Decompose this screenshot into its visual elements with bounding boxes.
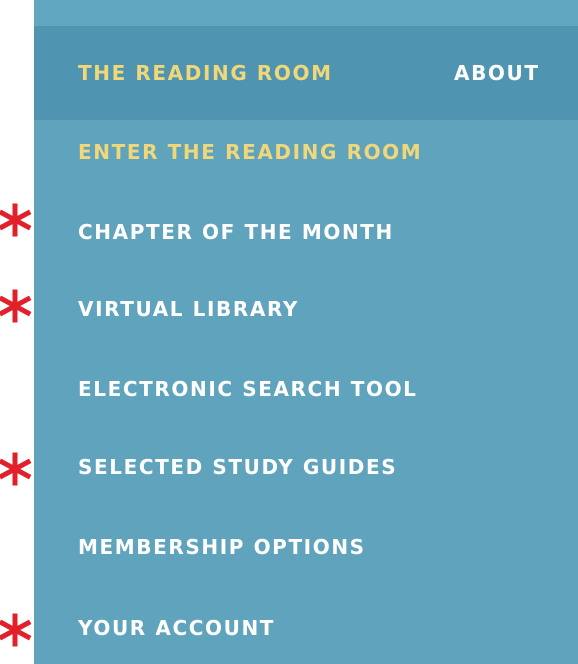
menu-item-selected-study-guides[interactable]: SELECTED STUDY GUIDES (78, 447, 397, 487)
asterisk-star-icon (0, 289, 32, 323)
menu-item-electronic-search-tool[interactable]: ELECTRONIC SEARCH TOOL (78, 369, 418, 409)
asterisk-star-icon (0, 203, 32, 237)
nav-item-about[interactable]: ABOUT (454, 26, 578, 120)
menu-item-membership-options[interactable]: MEMBERSHIP OPTIONS (78, 527, 366, 567)
asterisk-star-icon (0, 613, 32, 647)
menu-item-your-account[interactable]: YOUR ACCOUNT (78, 608, 275, 648)
asterisk-star-icon (0, 452, 32, 486)
page: THE READING ROOM ABOUT ENTER THE READING… (0, 0, 578, 664)
nav-bar: THE READING ROOM ABOUT (34, 26, 578, 120)
menu-item-enter-reading-room[interactable]: ENTER THE READING ROOM (78, 132, 422, 172)
menu-item-virtual-library[interactable]: VIRTUAL LIBRARY (78, 289, 299, 329)
nav-item-reading-room[interactable]: THE READING ROOM (78, 26, 333, 120)
top-strip (34, 0, 578, 26)
menu-item-chapter-of-the-month[interactable]: CHAPTER OF THE MONTH (78, 212, 394, 252)
menu-panel: THE READING ROOM ABOUT ENTER THE READING… (34, 0, 578, 664)
